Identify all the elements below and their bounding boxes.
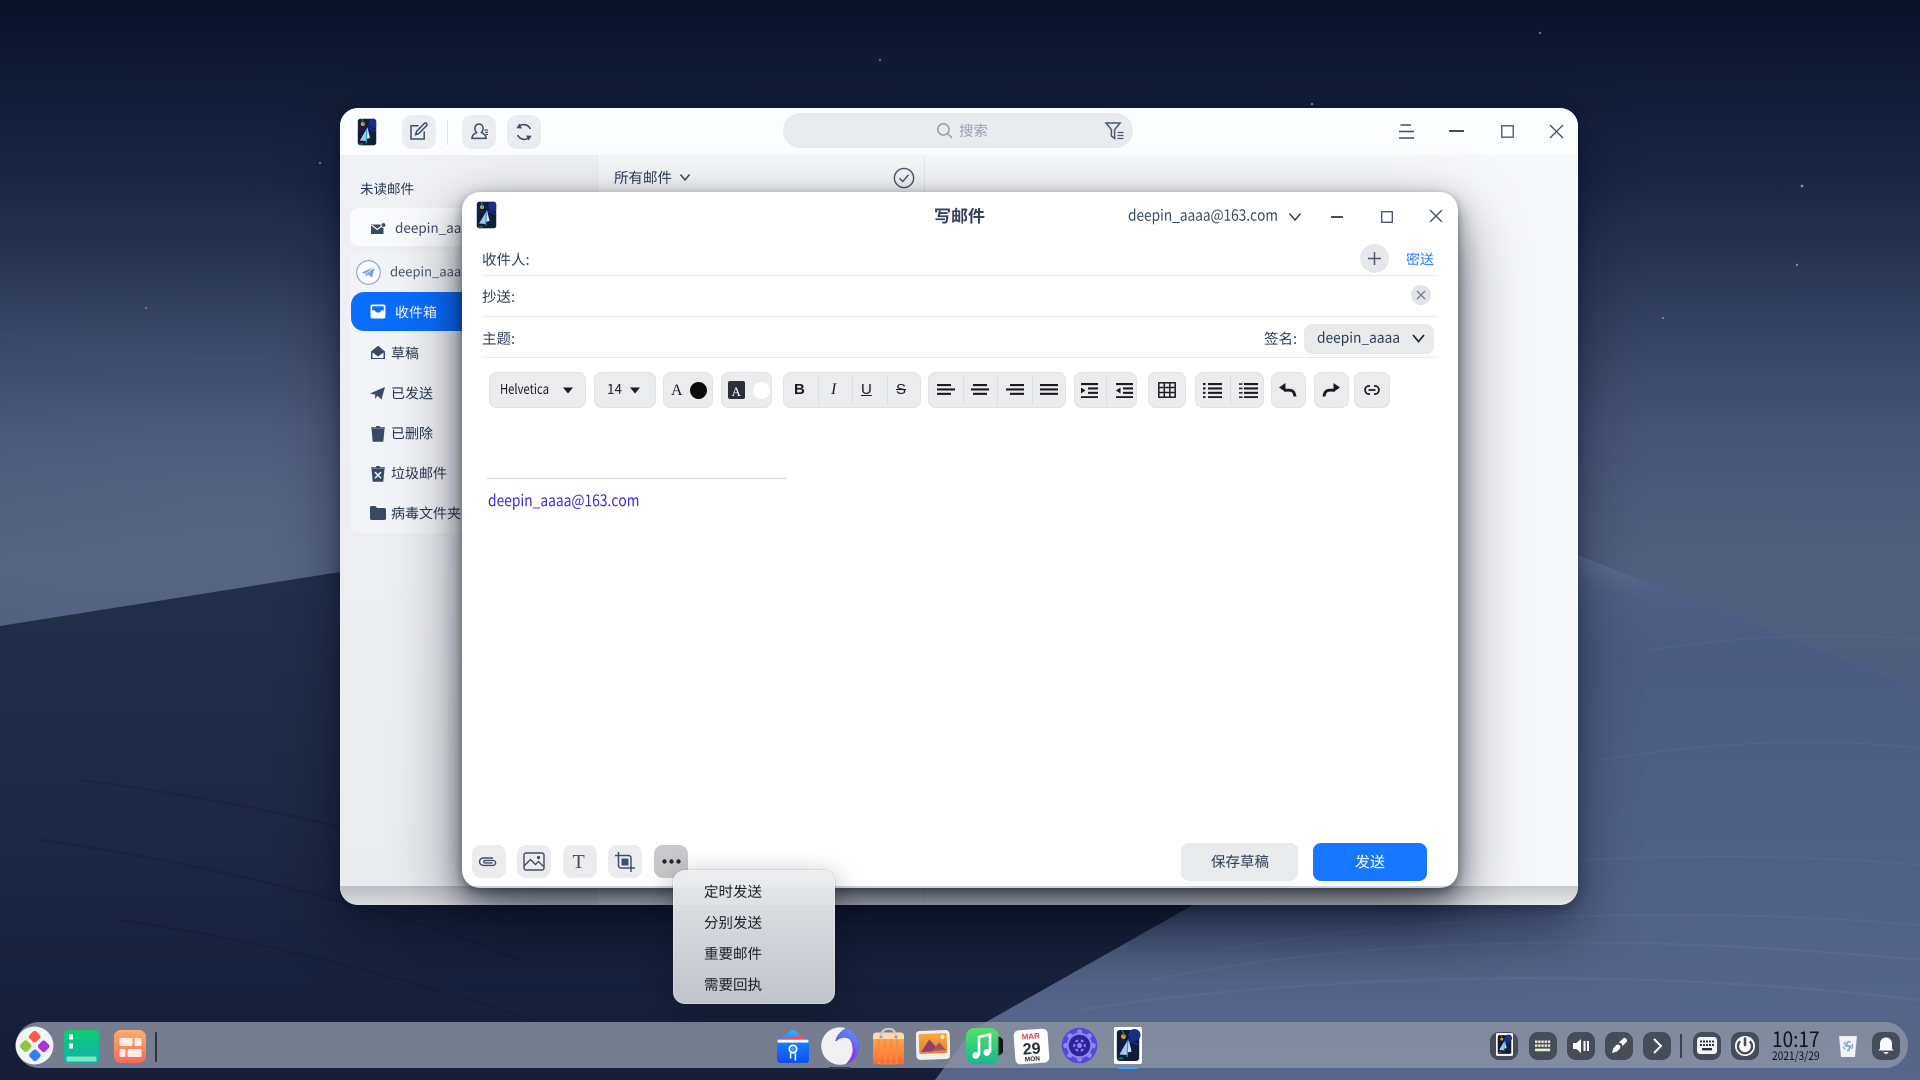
- svg-text:MON: MON: [1025, 1055, 1041, 1063]
